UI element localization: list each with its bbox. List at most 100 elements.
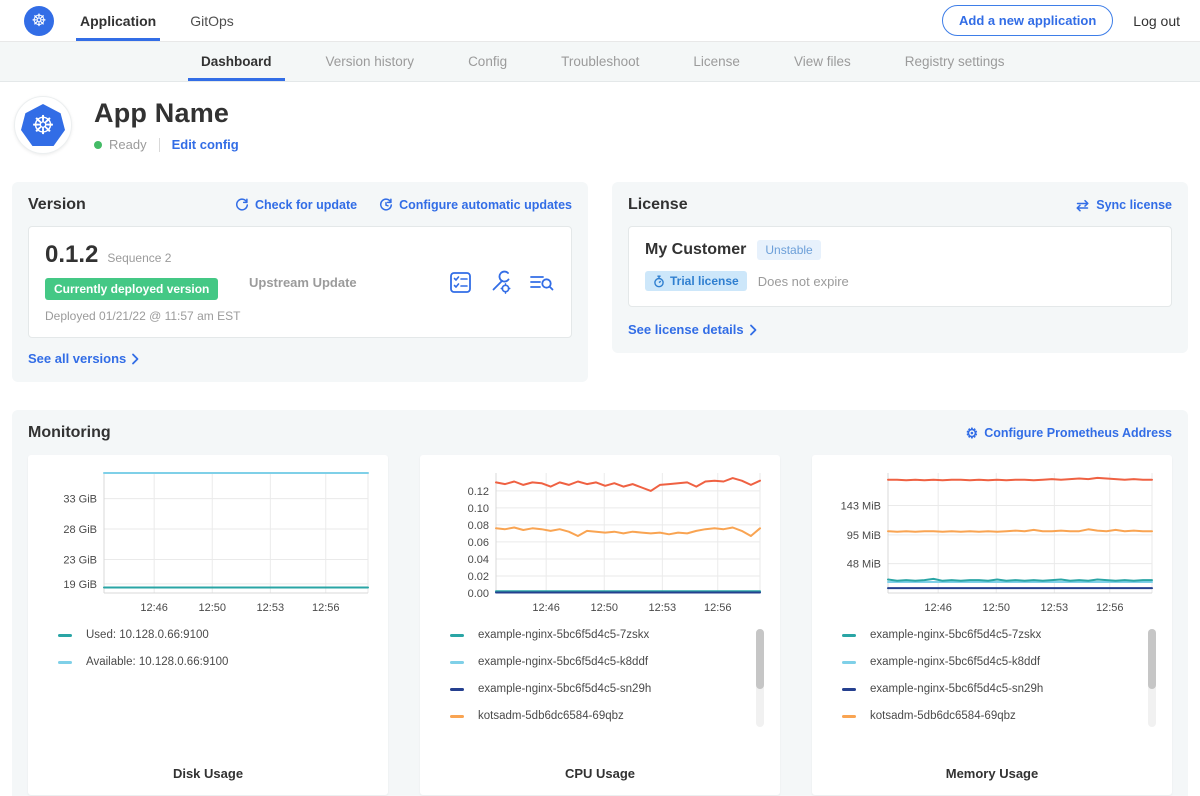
- monitoring-title: Monitoring: [28, 424, 111, 442]
- chart-legend: example-nginx-5bc6f5d4c5-7zskx example-ng…: [450, 629, 768, 766]
- svg-text:12:46: 12:46: [924, 602, 952, 614]
- svg-text:28 GiB: 28 GiB: [63, 524, 97, 536]
- nav-item-label: GitOps: [190, 13, 234, 29]
- memory-usage-chart: 48 MiB95 MiB143 MiB12:4612:5012:5312:56: [824, 467, 1160, 617]
- link-label: Sync license: [1096, 198, 1172, 212]
- deployed-timestamp: Deployed 01/21/22 @ 11:57 am EST: [45, 309, 249, 323]
- license-card-title: License: [628, 196, 688, 214]
- memory-usage-chart-card: 48 MiB95 MiB143 MiB12:4612:5012:5312:56 …: [812, 455, 1172, 795]
- legend-swatch: [58, 661, 72, 664]
- chevron-right-icon: [749, 324, 757, 336]
- trial-license-badge: Trial license: [645, 271, 747, 291]
- svg-text:0.10: 0.10: [468, 503, 489, 515]
- svg-text:12:56: 12:56: [312, 602, 340, 614]
- version-card: Version Check for update Configure: [12, 182, 588, 382]
- legend-item: example-nginx-5bc6f5d4c5-7zskx: [842, 629, 1160, 641]
- svg-text:143 MiB: 143 MiB: [841, 500, 881, 512]
- status-dot: [94, 141, 102, 149]
- sequence-label: Sequence 2: [107, 251, 171, 265]
- release-type-label: Upstream Update: [249, 275, 448, 290]
- svg-text:12:53: 12:53: [257, 602, 285, 614]
- chart-legend: example-nginx-5bc6f5d4c5-7zskx example-ng…: [842, 629, 1160, 766]
- legend-label: example-nginx-5bc6f5d4c5-sn29h: [870, 683, 1043, 695]
- link-label: Configure Prometheus Address: [984, 426, 1172, 440]
- kubernetes-logo-icon: ☸: [24, 6, 54, 36]
- tab-config[interactable]: Config: [441, 42, 534, 81]
- svg-text:12:46: 12:46: [532, 602, 560, 614]
- kots-admin-console: ☸ Application GitOps Add a new applicati…: [0, 0, 1200, 796]
- legend-scrollbar[interactable]: [756, 629, 764, 727]
- legend-label: example-nginx-5bc6f5d4c5-sn29h: [478, 683, 651, 695]
- logout-button[interactable]: Log out: [1133, 13, 1180, 29]
- legend-swatch: [842, 634, 856, 637]
- tab-troubleshoot[interactable]: Troubleshoot: [534, 42, 666, 81]
- svg-text:0.04: 0.04: [468, 554, 489, 566]
- link-label: Configure automatic updates: [399, 198, 572, 212]
- svg-text:0.06: 0.06: [468, 537, 489, 549]
- expiry-label: Does not expire: [758, 274, 849, 289]
- tab-version-history[interactable]: Version history: [299, 42, 442, 81]
- add-new-application-button[interactable]: Add a new application: [942, 5, 1113, 36]
- legend-label: Available: 10.128.0.66:9100: [86, 656, 228, 668]
- edit-config-link[interactable]: Edit config: [172, 137, 239, 152]
- sync-arrows-icon: [1075, 199, 1090, 212]
- svg-text:0.00: 0.00: [468, 588, 489, 600]
- configure-automatic-updates-link[interactable]: Configure automatic updates: [379, 198, 572, 212]
- tab-label: Config: [468, 54, 507, 69]
- kubernetes-app-icon: ☸: [21, 104, 65, 146]
- legend-swatch: [58, 634, 72, 637]
- svg-text:12:53: 12:53: [649, 602, 677, 614]
- chart-title: Disk Usage: [40, 766, 376, 781]
- monitoring-section: Monitoring ⚙ Configure Prometheus Addres…: [12, 410, 1188, 796]
- legend-item: example-nginx-5bc6f5d4c5-sn29h: [842, 683, 1160, 695]
- chart-title: Memory Usage: [824, 766, 1160, 781]
- legend-swatch: [842, 661, 856, 664]
- see-all-versions-link[interactable]: See all versions: [28, 351, 572, 366]
- link-label: See all versions: [28, 351, 126, 366]
- svg-text:19 GiB: 19 GiB: [63, 579, 97, 591]
- legend-item: Used: 10.128.0.66:9100: [58, 629, 376, 641]
- legend-scrollbar-thumb[interactable]: [1148, 629, 1156, 689]
- legend-swatch: [842, 688, 856, 691]
- preflight-checks-icon[interactable]: [448, 270, 473, 295]
- sync-license-link[interactable]: Sync license: [1075, 198, 1172, 212]
- svg-text:12:50: 12:50: [198, 602, 226, 614]
- license-card: License Sync license My Customer Unstabl…: [612, 182, 1188, 353]
- tab-view-files[interactable]: View files: [767, 42, 878, 81]
- tab-license[interactable]: License: [666, 42, 767, 81]
- legend-scrollbar[interactable]: [1148, 629, 1156, 727]
- tab-dashboard[interactable]: Dashboard: [174, 42, 299, 81]
- legend-swatch: [450, 661, 464, 664]
- legend-label: Used: 10.128.0.66:9100: [86, 629, 209, 641]
- legend-label: kotsadm-5db6dc6584-69qbz: [478, 710, 624, 722]
- gear-icon: ⚙: [966, 426, 979, 440]
- legend-item: example-nginx-5bc6f5d4c5-k8ddf: [450, 656, 768, 668]
- cpu-usage-chart: 0.000.020.040.060.080.100.1212:4612:5012…: [432, 467, 768, 617]
- app-logo: ☸: [14, 96, 72, 154]
- license-summary-row: My Customer Unstable Trial license Does …: [628, 226, 1172, 307]
- config-wrench-icon[interactable]: [488, 270, 513, 295]
- nav-item-gitops[interactable]: GitOps: [186, 0, 238, 41]
- legend-swatch: [450, 688, 464, 691]
- deploy-logs-icon[interactable]: [528, 270, 555, 295]
- configure-prometheus-link[interactable]: ⚙ Configure Prometheus Address: [966, 426, 1172, 440]
- tab-label: Troubleshoot: [561, 54, 639, 69]
- legend-label: kotsadm-5db6dc6584-69qbz: [870, 710, 1016, 722]
- legend-swatch: [450, 715, 464, 718]
- deployed-badge: Currently deployed version: [45, 278, 218, 300]
- legend-scrollbar-thumb[interactable]: [756, 629, 764, 689]
- chart-legend: Used: 10.128.0.66:9100 Available: 10.128.…: [58, 629, 376, 766]
- svg-text:23 GiB: 23 GiB: [63, 554, 97, 566]
- nav-item-application[interactable]: Application: [76, 0, 160, 41]
- svg-text:48 MiB: 48 MiB: [847, 559, 881, 571]
- legend-item: example-nginx-5bc6f5d4c5-7zskx: [450, 629, 768, 641]
- tab-registry-settings[interactable]: Registry settings: [878, 42, 1032, 81]
- tab-label: License: [693, 54, 740, 69]
- see-license-details-link[interactable]: See license details: [628, 322, 1172, 337]
- badge-label: Trial license: [670, 274, 739, 288]
- svg-text:0.08: 0.08: [468, 520, 489, 532]
- check-for-update-link[interactable]: Check for update: [235, 198, 357, 212]
- legend-item: Available: 10.128.0.66:9100: [58, 656, 376, 668]
- brand-logo[interactable]: ☸: [24, 0, 54, 41]
- chart-title: CPU Usage: [432, 766, 768, 781]
